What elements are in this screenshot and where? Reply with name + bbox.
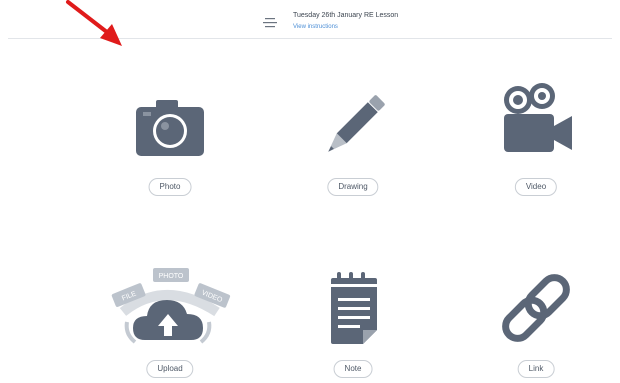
upload-badge-photo: PHOTO: [159, 273, 184, 280]
video-camera-icon: [504, 83, 572, 152]
link-option[interactable]: Link: [476, 262, 596, 382]
lesson-title: Tuesday 26th January RE Lesson: [293, 12, 399, 19]
notepad-icon: [331, 272, 377, 344]
video-option[interactable]: Video: [476, 80, 596, 200]
note-option[interactable]: Note: [293, 262, 413, 382]
cloud-upload-icon: FILE PHOTO VIDEO: [111, 268, 231, 344]
drawing-option[interactable]: Drawing: [293, 92, 413, 212]
video-button[interactable]: Video: [514, 178, 558, 196]
photo-button[interactable]: Photo: [148, 178, 192, 196]
upload-button[interactable]: Upload: [146, 360, 194, 378]
camera-icon: [136, 100, 204, 156]
lesson-menu-icon: [263, 18, 277, 28]
note-button[interactable]: Note: [333, 360, 373, 378]
pencil-icon: [328, 95, 385, 152]
link-button[interactable]: Link: [517, 360, 555, 378]
red-arrow-annotation: [66, 0, 122, 46]
photo-option[interactable]: Photo: [110, 92, 230, 212]
view-instructions-link[interactable]: View instructions: [293, 24, 338, 30]
chain-link-icon: [502, 274, 570, 342]
upload-option[interactable]: FILE PHOTO VIDEO Upload: [110, 262, 231, 382]
drawing-button[interactable]: Drawing: [327, 178, 379, 196]
